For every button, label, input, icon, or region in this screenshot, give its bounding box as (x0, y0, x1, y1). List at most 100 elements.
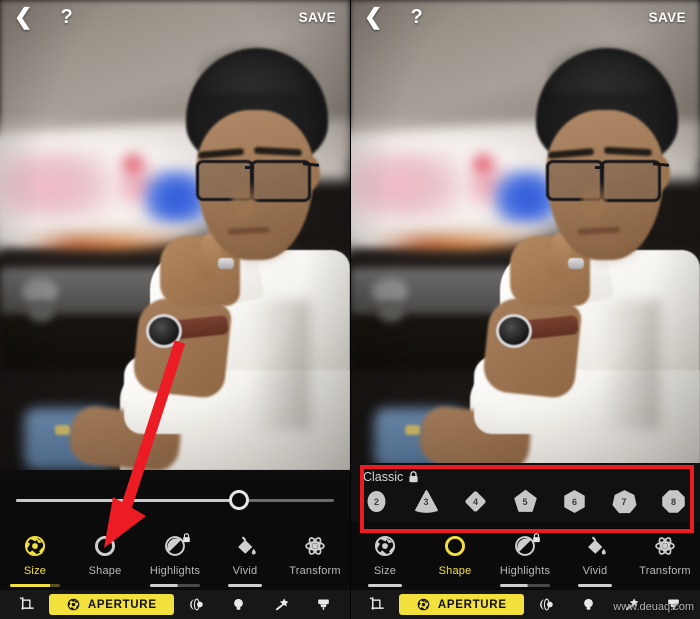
aperture-icon (66, 597, 81, 612)
lock-icon (532, 530, 541, 548)
circle-icon (92, 529, 118, 563)
shape-option-number: 4 (472, 496, 478, 507)
tool-underline-row-left (0, 584, 350, 590)
tool-underline-cell (630, 584, 700, 590)
tool-row-right: Size Shape Highlights Vivid Transform (350, 522, 700, 584)
tool-highlights[interactable]: Highlights (140, 529, 210, 577)
tool-vivid[interactable]: Vivid (560, 529, 630, 577)
tool-vivid[interactable]: Vivid (210, 529, 280, 577)
shape-option-6[interactable]: 6 (562, 489, 587, 514)
aperture-icon (22, 529, 48, 563)
editor-controls-left: Size Shape Highlights Vivid Transform APERTU… (0, 478, 350, 619)
tool-label: Highlights (499, 565, 551, 577)
tool-shape[interactable]: Shape (420, 529, 490, 577)
tool-label: Transform (289, 565, 341, 577)
shape-option-number: 5 (522, 496, 528, 507)
tool-underline-cell (420, 584, 490, 590)
brush-icon (315, 596, 332, 613)
tab-label: APERTURE (437, 598, 507, 611)
panel-divider (350, 0, 351, 619)
tool-highlights[interactable]: Highlights (490, 529, 560, 577)
tool-underline (228, 584, 262, 587)
lens-blur-icon (188, 596, 205, 613)
shape-picker-panel: Classic 2 3 4 5 6 7 8 (350, 463, 700, 522)
tool-underline-row-right (350, 584, 700, 590)
tool-size[interactable]: Size (0, 529, 70, 577)
shape-option-2[interactable]: 2 (364, 489, 389, 514)
top-bar-left: ❮ ? SAVE (0, 0, 350, 34)
tool-label: Size (373, 565, 397, 577)
tool-underline-cell (560, 584, 630, 590)
aperture-icon (416, 597, 431, 612)
photo-preview-left[interactable] (0, 0, 350, 470)
shape-option-5[interactable]: 5 (513, 489, 538, 514)
save-button[interactable]: SAVE (299, 10, 336, 25)
lightbulb-icon (580, 596, 597, 613)
shape-option-3[interactable]: 3 (414, 489, 439, 514)
photo-preview-right[interactable] (350, 0, 700, 470)
help-icon[interactable]: ? (60, 7, 72, 27)
tab-lightbulb[interactable] (219, 594, 260, 615)
tab-aperture[interactable]: APERTURE (48, 594, 175, 615)
shape-option-number: 2 (373, 496, 379, 507)
back-icon[interactable]: ❮ (14, 6, 32, 28)
tool-underline-cell (0, 584, 70, 590)
tool-underline (578, 584, 612, 587)
slider-knob[interactable] (228, 490, 249, 510)
shape-set-name: Classic (363, 470, 404, 484)
tab-magic-wand[interactable] (261, 594, 302, 615)
tool-underline (368, 584, 402, 587)
tool-underline-cell (280, 584, 350, 590)
shape-option-4[interactable]: 4 (463, 489, 488, 514)
aperture-icon (372, 529, 398, 563)
tool-underline (290, 584, 340, 587)
help-icon[interactable]: ? (410, 7, 422, 27)
tab-lens-blur[interactable] (526, 594, 567, 615)
slider-fill (16, 498, 239, 502)
highlights-disc-icon (162, 529, 191, 563)
tool-transform[interactable]: Transform (280, 529, 350, 577)
shape-option-7[interactable]: 7 (612, 489, 637, 514)
tab-brush[interactable] (304, 594, 345, 615)
tool-size[interactable]: Size (350, 529, 420, 577)
tab-crop[interactable] (6, 594, 47, 615)
shape-option-number: 8 (670, 496, 676, 507)
tool-underline-cell (210, 584, 280, 590)
lens-blur-icon (538, 596, 555, 613)
save-button[interactable]: SAVE (649, 10, 686, 25)
tab-lens-blur[interactable] (176, 594, 217, 615)
transform-atom-icon (302, 529, 328, 563)
tool-underline-cell (140, 584, 210, 590)
transform-atom-icon (652, 529, 678, 563)
tool-label: Shape (438, 565, 472, 577)
highlights-disc-icon (512, 529, 541, 563)
size-slider[interactable] (0, 478, 350, 522)
shape-options-row: 2 3 4 5 6 7 8 (360, 489, 690, 514)
tab-crop[interactable] (356, 594, 397, 615)
tool-transform[interactable]: Transform (630, 529, 700, 577)
shape-set-header: Classic (363, 470, 690, 484)
slider-track[interactable] (16, 490, 334, 510)
tool-underline (150, 584, 200, 587)
top-bar-right: ❮ ? SAVE (350, 0, 700, 34)
lightbulb-icon (230, 596, 247, 613)
tool-underline (10, 584, 60, 587)
tool-underline-cell (350, 584, 420, 590)
tool-shape[interactable]: Shape (70, 529, 140, 577)
tool-underline-cell (490, 584, 560, 590)
shape-option-number: 7 (621, 496, 627, 507)
shape-option-number: 6 (571, 496, 577, 507)
tool-underline (430, 584, 480, 587)
paint-bucket-icon (232, 529, 258, 563)
tool-label: Vivid (582, 565, 608, 577)
lock-icon (182, 530, 191, 548)
tab-aperture[interactable]: APERTURE (398, 594, 525, 615)
tool-label: Transform (639, 565, 691, 577)
lock-icon (409, 471, 418, 483)
back-icon[interactable]: ❮ (364, 6, 382, 28)
tool-label: Shape (88, 565, 122, 577)
shape-option-8[interactable]: 8 (661, 489, 686, 514)
tab-lightbulb[interactable] (569, 594, 610, 615)
tool-label: Highlights (149, 565, 201, 577)
tool-underline (500, 584, 550, 587)
